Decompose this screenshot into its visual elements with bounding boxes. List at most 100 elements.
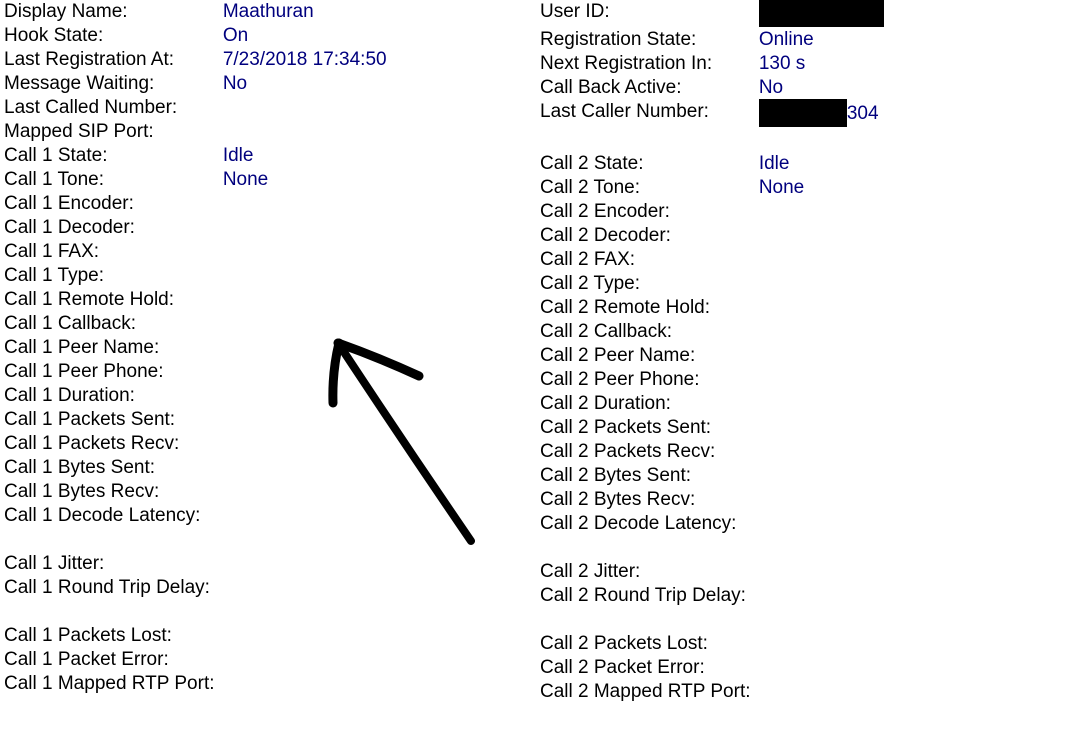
- line1-status-row: Call 1 Peer Phone:: [4, 360, 524, 384]
- line1-status-value: [223, 552, 524, 576]
- line2-status-row: Last Caller Number: 304: [540, 99, 1060, 128]
- line1-status-label: Call 1 Remote Hold:: [4, 289, 175, 310]
- line1-status-row: Call 1 Type:: [4, 264, 524, 288]
- line1-status-value: No: [222, 73, 248, 94]
- line2-status-row: Call 2 Packets Lost:: [540, 632, 1060, 656]
- line1-status-value: [223, 240, 524, 264]
- line1-status-label: Call 1 Callback:: [4, 313, 136, 334]
- line2-status-row: Call 2 Peer Name:: [540, 344, 1060, 368]
- line2-status-label: Call 2 Type:: [540, 273, 640, 294]
- line1-status-value: [223, 432, 524, 456]
- line1-status-row: Call 1 Remote Hold:: [4, 288, 524, 312]
- line2-status-value: [759, 224, 1060, 248]
- line2-status-label: Call 2 Callback:: [540, 321, 672, 342]
- line2-status-value: [759, 440, 1060, 464]
- line1-status-row: Call 1 Jitter:: [4, 552, 524, 576]
- line1-status-label: Call 1 Round Trip Delay:: [4, 577, 210, 598]
- line2-status-row: Call 2 Decoder:: [540, 224, 1060, 248]
- line2-status-row: Call 2 Jitter:: [540, 560, 1060, 584]
- line1-status-label: Call 1 Type:: [4, 265, 104, 286]
- line1-status-label: Message Waiting:: [4, 73, 155, 94]
- line2-status-row: Next Registration In: 130 s: [540, 52, 1060, 76]
- line2-status-row: Call 2 Decode Latency:: [540, 512, 1060, 560]
- line1-status-row: Call 1 Peer Name:: [4, 336, 524, 360]
- line1-status-value: [223, 576, 524, 624]
- line2-status-row: Call 2 Bytes Sent:: [540, 464, 1060, 488]
- line2-status-label: Call 2 Jitter:: [540, 561, 641, 582]
- line1-status-row: Call 1 State: Idle: [4, 144, 524, 168]
- line1-status-value: [223, 504, 524, 552]
- line1-status-label: Call 1 Bytes Sent:: [4, 457, 156, 478]
- line2-status-row: Call 2 Packet Error:: [540, 656, 1060, 680]
- status-page: Display Name: Maathuran Hook State: On Last …: [0, 0, 1072, 740]
- line1-status-value: [223, 408, 524, 432]
- line1-status-label: Call 1 Packet Error:: [4, 649, 169, 670]
- line1-status-value: 7/23/2018 17:34:50: [222, 49, 387, 70]
- line2-status-row: Call 2 Packets Sent:: [540, 416, 1060, 440]
- line2-status-label: Call 2 Packets Lost:: [540, 633, 708, 654]
- line2-status-value: [759, 392, 1060, 416]
- line1-status-value: [223, 216, 524, 240]
- line1-status-value: [223, 480, 524, 504]
- line1-status-label: Last Registration At:: [4, 49, 175, 70]
- line1-status-row: Mapped SIP Port:: [4, 120, 524, 144]
- line1-status-row: Hook State: On: [4, 24, 524, 48]
- line1-status-label: Call 1 Tone:: [4, 169, 104, 190]
- line1-status-label: Call 1 Jitter:: [4, 553, 105, 574]
- line1-status-row: Call 1 FAX:: [4, 240, 524, 264]
- line1-status-label: Last Called Number:: [4, 97, 178, 118]
- line1-status-value: [223, 360, 524, 384]
- line2-status-label: Call 2 Tone:: [540, 177, 640, 198]
- line2-status-label: Call 2 Peer Name:: [540, 345, 696, 366]
- line2-status-row: Call 2 Mapped RTP Port:: [540, 680, 1060, 728]
- line2-status-value: [759, 512, 1060, 560]
- line1-status-row: Call 1 Packets Sent:: [4, 408, 524, 432]
- line1-status-row: Call 1 Decode Latency:: [4, 504, 524, 552]
- line2-status-value: None: [758, 177, 805, 198]
- line1-status-label: Call 1 Peer Name:: [4, 337, 160, 358]
- line2-status-label: Call 2 Peer Phone:: [540, 369, 700, 390]
- line1-status-row: Last Called Number:: [4, 96, 524, 120]
- line1-status-label: Call 1 Decode Latency:: [4, 505, 201, 526]
- line1-status-label: Display Name:: [4, 1, 128, 22]
- line1-status-table: Display Name: Maathuran Hook State: On Last …: [4, 0, 524, 720]
- line1-status-value: [223, 384, 524, 408]
- line2-status-label: Call 2 State:: [540, 153, 644, 174]
- line2-status-value: [759, 272, 1060, 296]
- line2-status-value: [759, 464, 1060, 488]
- line2-status-value: [759, 680, 1060, 728]
- line2-status-value: [759, 248, 1060, 272]
- line1-status-label: Hook State:: [4, 25, 104, 46]
- line2-status-label: Call 2 Decode Latency:: [540, 513, 737, 534]
- line1-status-row: Call 1 Encoder:: [4, 192, 524, 216]
- line1-status-value: [223, 624, 524, 648]
- line1-status-value: Maathuran: [222, 1, 314, 22]
- line1-status-row: Call 1 Mapped RTP Port:: [4, 672, 524, 720]
- line2-status-label: Last Caller Number:: [540, 101, 709, 122]
- line2-status-label: Call 2 Packet Error:: [540, 657, 705, 678]
- line2-status-row: Registration State: Online: [540, 28, 1060, 52]
- line1-status-row: Call 1 Packet Error:: [4, 648, 524, 672]
- line2-status-value: [758, 0, 1060, 28]
- line2-status-row: Call 2 Encoder:: [540, 200, 1060, 224]
- line2-status-row: Call 2 Packets Recv:: [540, 440, 1060, 464]
- line1-status-value: [223, 456, 524, 480]
- line1-status-label: Mapped SIP Port:: [4, 121, 154, 142]
- redaction-bar: [758, 99, 847, 127]
- line2-status-label: Call 2 Bytes Sent:: [540, 465, 692, 486]
- line2-status-value: [759, 584, 1060, 632]
- line2-status-value: [759, 416, 1060, 440]
- line2-status-value: [759, 128, 1060, 152]
- line2-status-value: [759, 344, 1060, 368]
- line1-status-label: Call 1 State:: [4, 145, 108, 166]
- line1-status-value: [223, 192, 524, 216]
- line2-status-value: [759, 320, 1060, 344]
- line1-status-row: Call 1 Tone: None: [4, 168, 524, 192]
- line2-status-value: Online: [758, 29, 814, 50]
- line2-status-value: Idle: [758, 153, 790, 174]
- line2-status-value: No: [758, 77, 784, 98]
- line2-status-value: 130 s: [758, 53, 806, 74]
- line2-status-row: Call 2 Peer Phone:: [540, 368, 1060, 392]
- line2-status-value-text: 304: [846, 103, 879, 125]
- line1-status-label: Call 1 Peer Phone:: [4, 361, 164, 382]
